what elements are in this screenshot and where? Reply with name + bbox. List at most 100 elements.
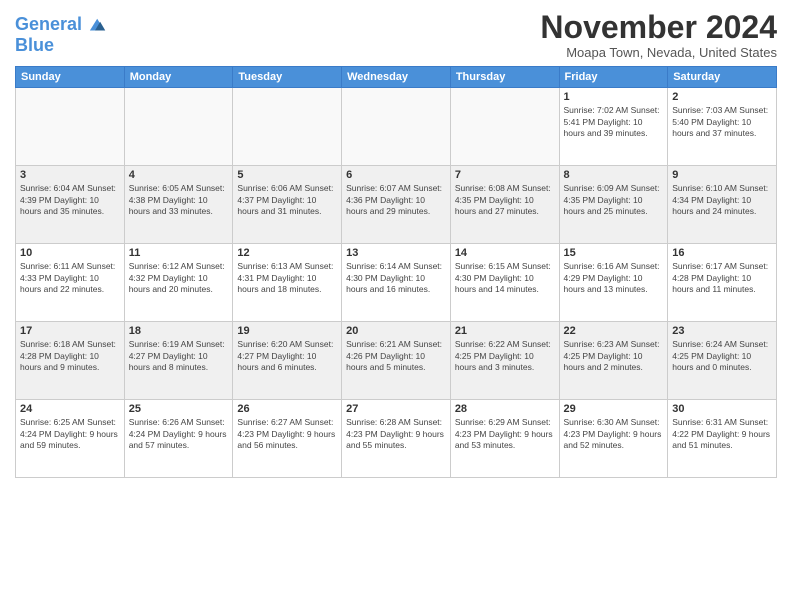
weekday-header: Saturday (668, 67, 777, 88)
weekday-header: Friday (559, 67, 668, 88)
day-info: Sunrise: 6:14 AM Sunset: 4:30 PM Dayligh… (346, 261, 446, 295)
calendar-day-cell: 30Sunrise: 6:31 AM Sunset: 4:22 PM Dayli… (668, 400, 777, 478)
calendar-week-row: 1 Sunrise: 7:02 AM Sunset: 5:41 PM Daylig… (16, 88, 777, 166)
day-number: 22 (564, 325, 664, 337)
day-info: Sunrise: 6:05 AM Sunset: 4:38 PM Dayligh… (129, 183, 229, 217)
day-number: 12 (237, 247, 337, 259)
day-info: Sunrise: 6:30 AM Sunset: 4:23 PM Dayligh… (564, 417, 664, 451)
calendar-day-cell: 13 Sunrise: 6:14 AM Sunset: 4:30 PM Dayli… (342, 244, 451, 322)
weekday-header: Tuesday (233, 67, 342, 88)
day-info: Sunrise: 7:02 AM Sunset: 5:41 PM Dayligh… (564, 105, 664, 139)
day-info: Sunrise: 6:09 AM Sunset: 4:35 PM Dayligh… (564, 183, 664, 217)
calendar-body: 1 Sunrise: 7:02 AM Sunset: 5:41 PM Daylig… (16, 88, 777, 478)
day-number: 18 (129, 325, 229, 337)
calendar-day-cell: 11 Sunrise: 6:12 AM Sunset: 4:32 PM Dayli… (124, 244, 233, 322)
day-info: Sunrise: 6:12 AM Sunset: 4:32 PM Dayligh… (129, 261, 229, 295)
day-info: Sunrise: 6:23 AM Sunset: 4:25 PM Dayligh… (564, 339, 664, 373)
day-info: Sunrise: 6:20 AM Sunset: 4:27 PM Dayligh… (237, 339, 337, 373)
day-number: 7 (455, 169, 555, 181)
day-number: 27 (346, 403, 446, 415)
calendar-day-cell: 17 Sunrise: 6:18 AM Sunset: 4:28 PM Dayli… (16, 322, 125, 400)
calendar-day-cell: 22 Sunrise: 6:23 AM Sunset: 4:25 PM Dayli… (559, 322, 668, 400)
calendar-day-cell: 21 Sunrise: 6:22 AM Sunset: 4:25 PM Dayli… (450, 322, 559, 400)
calendar-day-cell: 28 Sunrise: 6:29 AM Sunset: 4:23 PM Dayli… (450, 400, 559, 478)
calendar-week-row: 24 Sunrise: 6:25 AM Sunset: 4:24 PM Dayli… (16, 400, 777, 478)
day-info: Sunrise: 6:27 AM Sunset: 4:23 PM Dayligh… (237, 417, 337, 451)
day-number: 11 (129, 247, 229, 259)
day-info: Sunrise: 6:29 AM Sunset: 4:23 PM Dayligh… (455, 417, 555, 451)
calendar-day-cell: 3Sunrise: 6:04 AM Sunset: 4:39 PM Daylig… (16, 166, 125, 244)
calendar-day-cell: 15Sunrise: 6:16 AM Sunset: 4:29 PM Dayli… (559, 244, 668, 322)
day-number: 24 (20, 403, 120, 415)
logo-text: General (15, 15, 82, 35)
day-info: Sunrise: 6:10 AM Sunset: 4:34 PM Dayligh… (672, 183, 772, 217)
calendar-day-cell: 5Sunrise: 6:06 AM Sunset: 4:37 PM Daylig… (233, 166, 342, 244)
day-number: 26 (237, 403, 337, 415)
day-number: 8 (564, 169, 664, 181)
day-info: Sunrise: 6:04 AM Sunset: 4:39 PM Dayligh… (20, 183, 120, 217)
day-number: 6 (346, 169, 446, 181)
month-title: November 2024 (540, 10, 777, 45)
calendar-table: SundayMondayTuesdayWednesdayThursdayFrid… (15, 66, 777, 478)
day-number: 14 (455, 247, 555, 259)
day-info: Sunrise: 6:18 AM Sunset: 4:28 PM Dayligh… (20, 339, 120, 373)
calendar-day-cell: 27 Sunrise: 6:28 AM Sunset: 4:23 PM Dayli… (342, 400, 451, 478)
day-number: 16 (672, 247, 772, 259)
day-number: 29 (564, 403, 664, 415)
calendar-day-cell: 26 Sunrise: 6:27 AM Sunset: 4:23 PM Dayli… (233, 400, 342, 478)
calendar-day-cell: 10Sunrise: 6:11 AM Sunset: 4:33 PM Dayli… (16, 244, 125, 322)
calendar-day-cell (233, 88, 342, 166)
calendar-day-cell (450, 88, 559, 166)
calendar-day-cell: 9Sunrise: 6:10 AM Sunset: 4:34 PM Daylig… (668, 166, 777, 244)
calendar-week-row: 3Sunrise: 6:04 AM Sunset: 4:39 PM Daylig… (16, 166, 777, 244)
day-number: 17 (20, 325, 120, 337)
calendar-day-cell (16, 88, 125, 166)
day-info: Sunrise: 6:17 AM Sunset: 4:28 PM Dayligh… (672, 261, 772, 295)
logo: General Blue (15, 14, 106, 56)
day-info: Sunrise: 6:08 AM Sunset: 4:35 PM Dayligh… (455, 183, 555, 217)
calendar-day-cell: 7 Sunrise: 6:08 AM Sunset: 4:35 PM Daylig… (450, 166, 559, 244)
day-number: 19 (237, 325, 337, 337)
day-info: Sunrise: 6:15 AM Sunset: 4:30 PM Dayligh… (455, 261, 555, 295)
weekday-header: Wednesday (342, 67, 451, 88)
calendar-day-cell: 12 Sunrise: 6:13 AM Sunset: 4:31 PM Dayli… (233, 244, 342, 322)
day-number: 25 (129, 403, 229, 415)
calendar-day-cell: 29 Sunrise: 6:30 AM Sunset: 4:23 PM Dayli… (559, 400, 668, 478)
logo-blue-text: Blue (15, 36, 106, 56)
calendar-day-cell: 16 Sunrise: 6:17 AM Sunset: 4:28 PM Dayli… (668, 244, 777, 322)
calendar-day-cell (342, 88, 451, 166)
header-row: SundayMondayTuesdayWednesdayThursdayFrid… (16, 67, 777, 88)
day-info: Sunrise: 6:06 AM Sunset: 4:37 PM Dayligh… (237, 183, 337, 217)
day-number: 30 (672, 403, 772, 415)
day-info: Sunrise: 6:07 AM Sunset: 4:36 PM Dayligh… (346, 183, 446, 217)
calendar-day-cell: 19 Sunrise: 6:20 AM Sunset: 4:27 PM Dayli… (233, 322, 342, 400)
location-text: Moapa Town, Nevada, United States (540, 45, 777, 60)
weekday-header: Thursday (450, 67, 559, 88)
day-number: 21 (455, 325, 555, 337)
calendar-week-row: 10Sunrise: 6:11 AM Sunset: 4:33 PM Dayli… (16, 244, 777, 322)
calendar-day-cell: 6 Sunrise: 6:07 AM Sunset: 4:36 PM Daylig… (342, 166, 451, 244)
day-info: Sunrise: 6:21 AM Sunset: 4:26 PM Dayligh… (346, 339, 446, 373)
day-number: 10 (20, 247, 120, 259)
day-info: Sunrise: 6:22 AM Sunset: 4:25 PM Dayligh… (455, 339, 555, 373)
calendar-day-cell: 25Sunrise: 6:26 AM Sunset: 4:24 PM Dayli… (124, 400, 233, 478)
weekday-header: Monday (124, 67, 233, 88)
calendar-week-row: 17 Sunrise: 6:18 AM Sunset: 4:28 PM Dayli… (16, 322, 777, 400)
day-number: 28 (455, 403, 555, 415)
day-number: 20 (346, 325, 446, 337)
day-info: Sunrise: 6:19 AM Sunset: 4:27 PM Dayligh… (129, 339, 229, 373)
calendar-day-cell: 20 Sunrise: 6:21 AM Sunset: 4:26 PM Dayli… (342, 322, 451, 400)
calendar-day-cell: 8 Sunrise: 6:09 AM Sunset: 4:35 PM Daylig… (559, 166, 668, 244)
day-info: Sunrise: 6:25 AM Sunset: 4:24 PM Dayligh… (20, 417, 120, 451)
calendar-day-cell: 18 Sunrise: 6:19 AM Sunset: 4:27 PM Dayli… (124, 322, 233, 400)
day-info: Sunrise: 6:13 AM Sunset: 4:31 PM Dayligh… (237, 261, 337, 295)
day-number: 13 (346, 247, 446, 259)
day-number: 2 (672, 91, 772, 103)
day-number: 23 (672, 325, 772, 337)
day-info: Sunrise: 6:28 AM Sunset: 4:23 PM Dayligh… (346, 417, 446, 451)
calendar-header: SundayMondayTuesdayWednesdayThursdayFrid… (16, 67, 777, 88)
day-number: 1 (564, 91, 664, 103)
weekday-header: Sunday (16, 67, 125, 88)
day-info: Sunrise: 6:24 AM Sunset: 4:25 PM Dayligh… (672, 339, 772, 373)
calendar-day-cell: 2Sunrise: 7:03 AM Sunset: 5:40 PM Daylig… (668, 88, 777, 166)
